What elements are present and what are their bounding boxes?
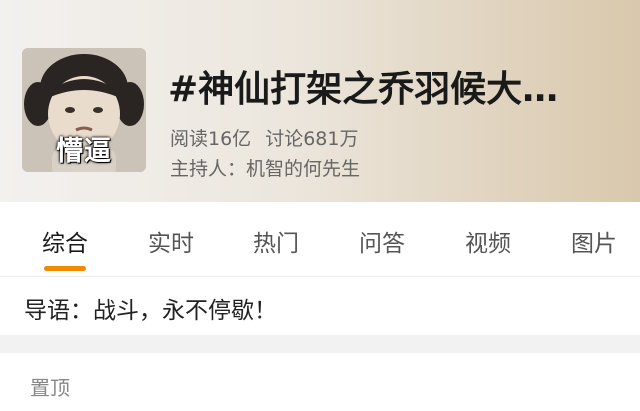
- guide-text: 导语：战斗，永不停歇！: [24, 298, 277, 324]
- tab-video[interactable]: 视频: [448, 224, 528, 258]
- tab-comprehensive[interactable]: 综合: [25, 224, 105, 258]
- pinned-label: 置顶: [30, 376, 70, 400]
- tab-realtime[interactable]: 实时: [131, 224, 211, 258]
- tab-bar: 综合 实时 热门 问答 视频 图片: [0, 202, 640, 277]
- section-divider: [0, 335, 640, 353]
- tab-images[interactable]: 图片: [554, 224, 634, 258]
- topic-stats: 阅读16亿 讨论681万: [170, 124, 358, 151]
- topic-title: #神仙打架之乔羽候大…: [168, 69, 559, 110]
- read-count: 阅读16亿: [170, 128, 252, 150]
- tab-qa[interactable]: 问答: [342, 224, 422, 258]
- topic-host[interactable]: 主持人：机智的何先生: [170, 154, 360, 181]
- active-tab-indicator: [44, 266, 86, 271]
- topic-avatar: 懵逼: [22, 48, 146, 172]
- topic-guide: 导语：战斗，永不停歇！: [0, 277, 640, 335]
- topic-header: 懵逼 #神仙打架之乔羽候大… 阅读16亿 讨论681万 主持人：机智的何先生: [0, 0, 640, 202]
- tab-hot[interactable]: 热门: [236, 224, 316, 258]
- avatar-caption: 懵逼: [56, 136, 112, 167]
- discussion-count: 讨论681万: [265, 128, 359, 150]
